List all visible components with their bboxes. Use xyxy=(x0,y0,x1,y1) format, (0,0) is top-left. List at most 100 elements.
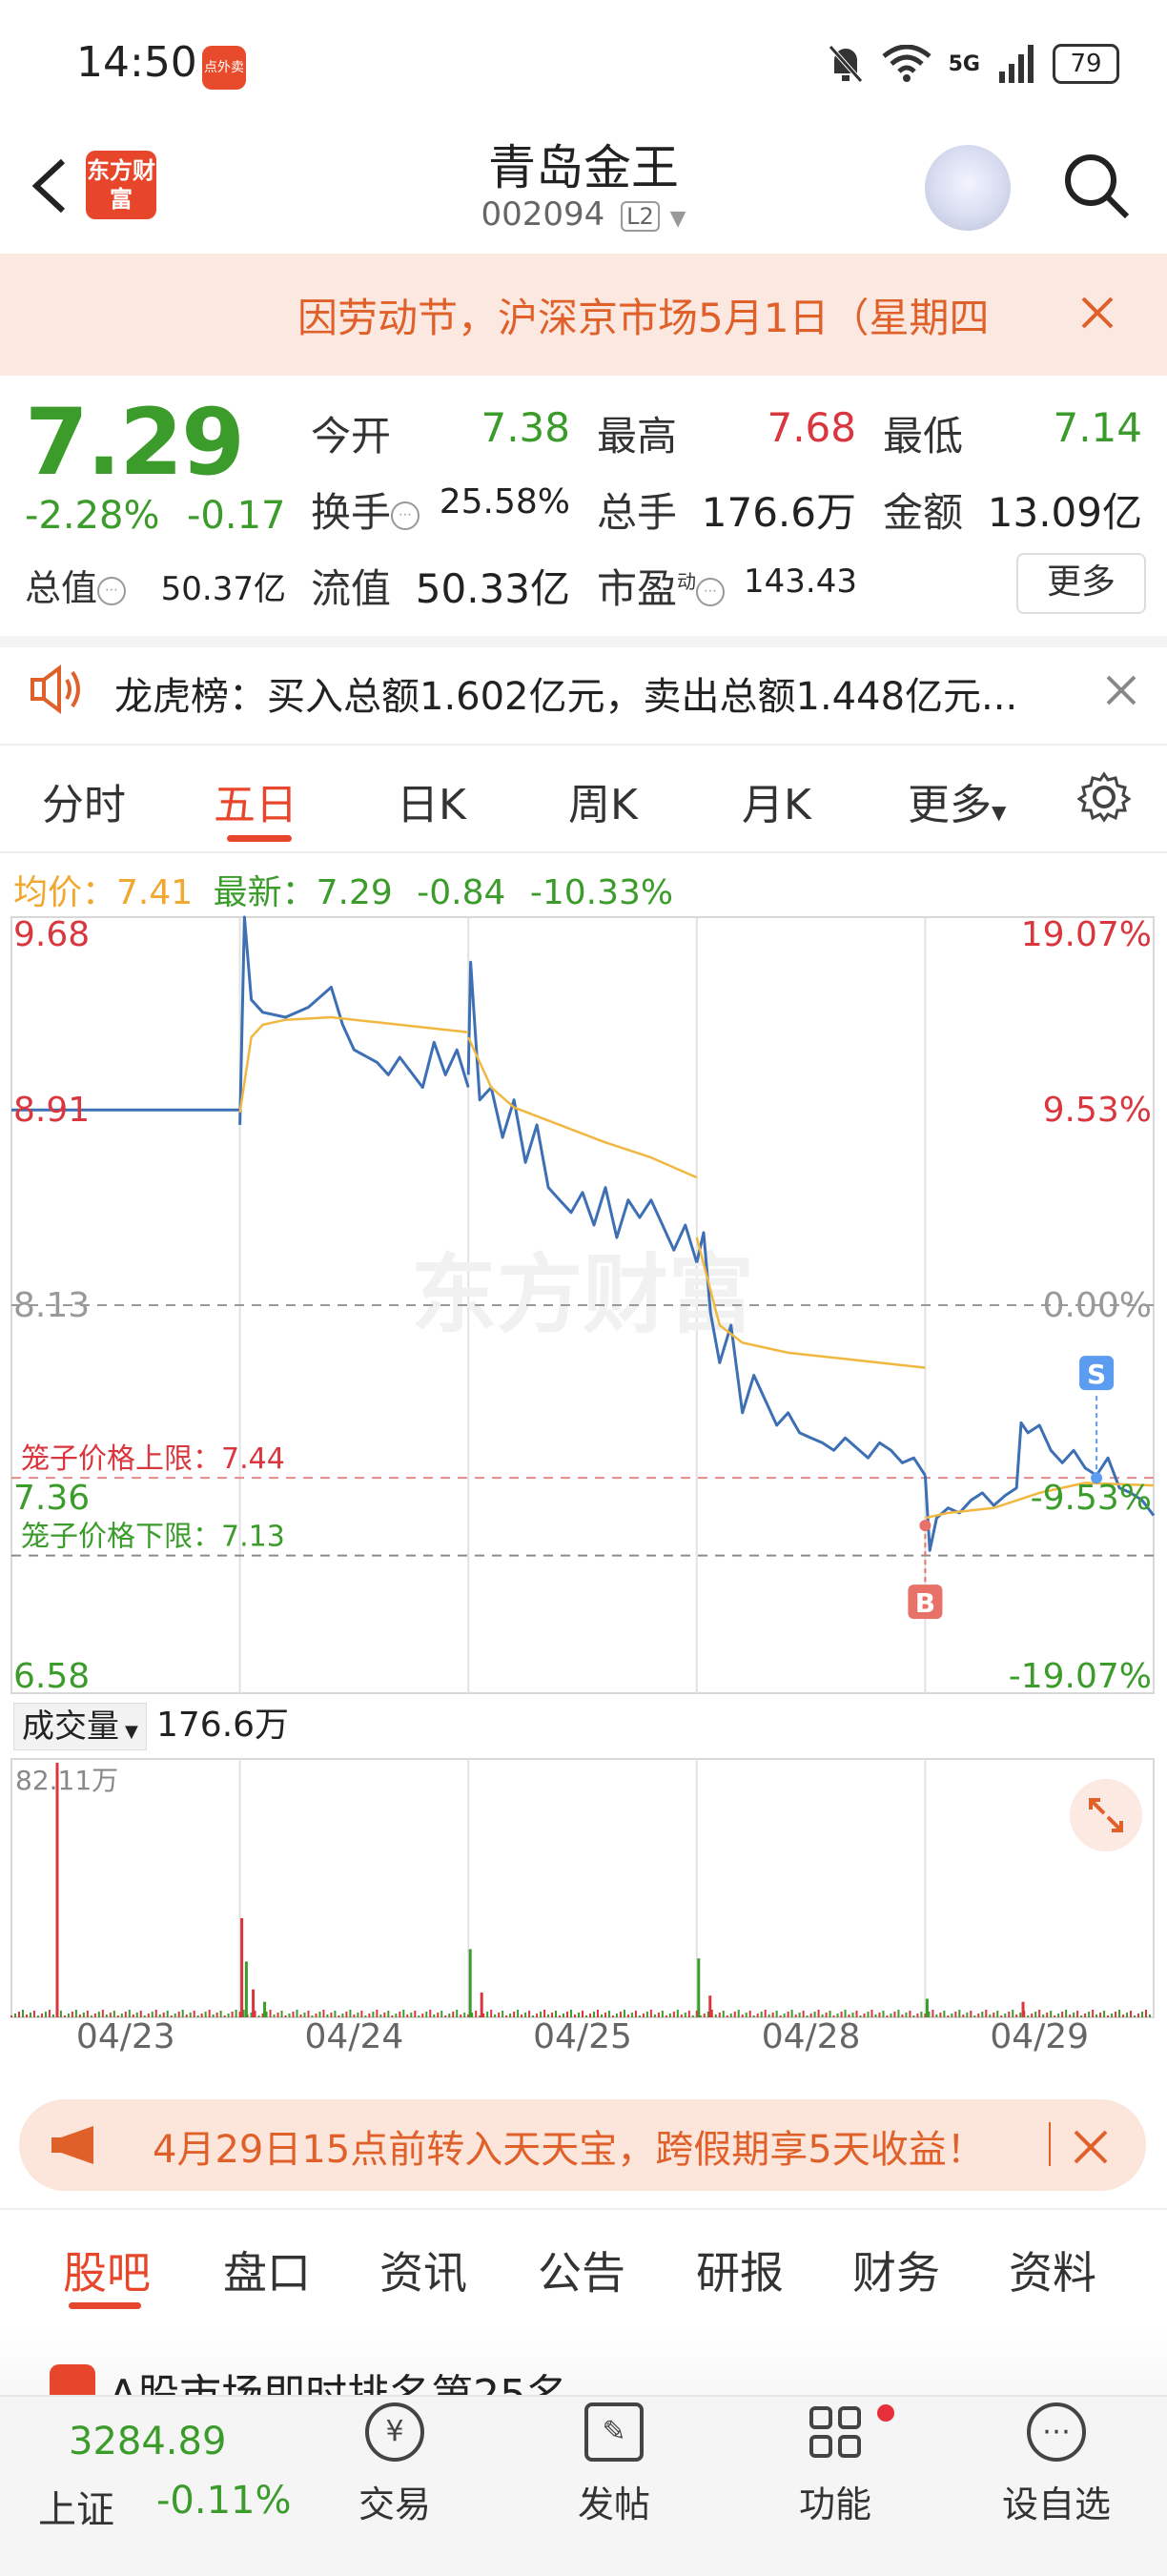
divider xyxy=(1049,2122,1051,2166)
tab-order-book[interactable]: 盘口 xyxy=(223,2239,311,2301)
market-cap-label: 总值 ⋯ xyxy=(25,559,127,611)
y-tick-left: 6.58 xyxy=(13,1657,90,1696)
nav-post[interactable]: ✎ 发帖 xyxy=(538,2402,690,2527)
trade-marker-label: B xyxy=(915,1587,935,1619)
caret-down-icon: ▼ xyxy=(125,1722,138,1742)
tab-news[interactable]: 资讯 xyxy=(379,2239,467,2301)
status-time: 14:50 xyxy=(76,38,197,87)
tab-daily-k[interactable]: 日K xyxy=(397,770,466,831)
tab-research[interactable]: 研报 xyxy=(696,2239,784,2301)
turnover-value: 25.58% xyxy=(439,482,570,521)
more-circle-icon: ⋯ xyxy=(1027,2402,1086,2462)
float-cap-value: 50.33亿 xyxy=(415,565,570,612)
nav-add-watchlist[interactable]: ⋯ 设自选 xyxy=(980,2402,1133,2527)
volume-indicator-label: 成交量 xyxy=(22,1707,119,1746)
price-line-day-3 xyxy=(466,960,699,1263)
change-amount: -0.17 xyxy=(187,494,286,538)
nav-post-label: 发帖 xyxy=(577,2484,650,2525)
amount-label: 金额 xyxy=(883,489,964,536)
latest-price-value: 7.29 xyxy=(316,873,393,912)
status-icons: 5G 79 xyxy=(827,40,1119,88)
chart-canvas: 东方财富笼子价格上限：7.44笼子价格下限：7.139.68 19.07%8.91… xyxy=(10,915,1156,2056)
dragon-tiger-close-button[interactable] xyxy=(1104,673,1138,707)
turnover-label: 换手 ⋯ xyxy=(311,480,420,539)
tab-profile[interactable]: 资料 xyxy=(1009,2239,1096,2301)
x-date-label: 04/29 xyxy=(990,2017,1089,2056)
nav-functions-label: 功能 xyxy=(798,2484,871,2525)
tab-weekly-k[interactable]: 周K xyxy=(568,770,638,831)
average-line-day-2 xyxy=(238,1015,469,1113)
divider xyxy=(0,851,1167,853)
dragon-tiger-list-text[interactable]: 龙虎榜：买入总额1.602亿元，卖出总额1.448亿元... xyxy=(114,665,1049,721)
x-date-label: 04/24 xyxy=(305,2017,404,2056)
index-name[interactable]: 上证 xyxy=(38,2479,114,2534)
y-tick-right: 0.00% xyxy=(1043,1286,1152,1325)
nav-functions[interactable]: 功能 xyxy=(759,2402,911,2527)
five-day-chart[interactable]: 东方财富 笼子价格上限：7.44 笼子价格下限：7.13 9.68 19.07% 8.91… xyxy=(0,913,1167,2056)
tab-announcements[interactable]: 公告 xyxy=(538,2239,625,2301)
search-button[interactable] xyxy=(1058,148,1135,224)
pe-label-text: 市盈 xyxy=(597,565,678,612)
y-tick-right: -9.53% xyxy=(1031,1479,1152,1518)
expand-icon xyxy=(1089,1798,1123,1832)
info-icon[interactable]: ⋯ xyxy=(97,576,127,605)
amount-value: 13.09亿 xyxy=(987,489,1142,536)
tab-guba[interactable]: 股吧 xyxy=(63,2239,151,2301)
nav-trade[interactable]: ¥ 交易 xyxy=(318,2402,471,2527)
limit-upper-label: 笼子价格上限：7.44 xyxy=(21,1442,285,1476)
more-quote-button[interactable]: 更多 xyxy=(1016,553,1146,614)
wifi-icon xyxy=(882,45,932,82)
tab-five-day[interactable]: 五日 xyxy=(214,770,297,831)
tab-more-label: 更多 xyxy=(908,781,992,829)
y-tick-left: 8.91 xyxy=(13,1091,90,1130)
divider xyxy=(0,744,1167,746)
fullscreen-button[interactable] xyxy=(1070,1779,1142,1851)
tab-finance[interactable]: 财务 xyxy=(852,2239,940,2301)
tab-intraday[interactable]: 分时 xyxy=(42,770,126,831)
latest-change-percent: -10.33% xyxy=(529,873,674,912)
limit-lower-label: 笼子价格下限：7.13 xyxy=(21,1521,285,1554)
y-tick-right: 19.07% xyxy=(1021,915,1152,954)
x-date-label: 04/28 xyxy=(762,2017,861,2056)
battery-icon: 79 xyxy=(1053,44,1119,84)
caret-down-icon: ▼ xyxy=(992,801,1007,824)
average-line-day-3 xyxy=(467,1036,698,1179)
notice-close-button[interactable] xyxy=(1075,291,1119,335)
price-info-line: 均价：7.41 最新：7.29 -0.84 -10.33% xyxy=(13,865,673,914)
index-value[interactable]: 3284.89 xyxy=(69,2420,226,2464)
info-icon[interactable]: ⋯ xyxy=(391,501,420,530)
info-icon[interactable]: ⋯ xyxy=(696,577,726,606)
float-cap-label: 流值 xyxy=(311,565,392,612)
volume-label: 总手 xyxy=(597,489,678,536)
pe-superscript: 动 xyxy=(677,570,697,593)
latest-price-label: 最新： xyxy=(213,873,317,912)
promo-text: 4月29日15点前转入天天宝，跨假期享5天收益！ xyxy=(153,2128,985,2172)
chart-settings-button[interactable] xyxy=(1076,770,1132,824)
low-value: 7.14 xyxy=(1053,404,1142,451)
index-change[interactable]: -0.11% xyxy=(156,2479,292,2523)
divider xyxy=(0,636,1167,647)
app-notification-icon: 点外卖 xyxy=(202,46,246,90)
signal-icon xyxy=(999,45,1034,83)
market-cap-label-text: 总值 xyxy=(25,567,98,609)
turnover-label-text: 换手 xyxy=(311,489,392,536)
pe-value: 143.43 xyxy=(744,562,857,601)
avg-price-value: 7.41 xyxy=(116,873,194,912)
volume-indicator-selector[interactable]: 成交量 ▼ xyxy=(13,1703,147,1750)
tab-more[interactable]: 更多▼ xyxy=(908,770,1006,831)
notice-text: 因劳动节，沪深京市场5月1日（星期四 xyxy=(297,295,990,341)
nav-add-watchlist-label: 设自选 xyxy=(1001,2484,1111,2525)
volume-max-label: 82.11万 xyxy=(15,1765,118,1796)
y-tick-left: 7.36 xyxy=(13,1479,90,1518)
x-date-label: 04/23 xyxy=(76,2017,175,2056)
nav-trade-label: 交易 xyxy=(358,2484,431,2525)
divider xyxy=(0,2208,1167,2210)
close-icon xyxy=(1081,296,1114,329)
yen-exchange-icon: ¥ xyxy=(365,2402,424,2462)
promo-close-button[interactable] xyxy=(1070,2126,1112,2168)
high-label: 最高 xyxy=(597,413,678,460)
tab-monthly-k[interactable]: 月K xyxy=(742,770,811,831)
pe-label: 市盈动 ⋯ xyxy=(597,557,726,615)
close-icon xyxy=(1106,675,1136,705)
ai-assistant-robot-icon[interactable] xyxy=(925,145,1011,231)
